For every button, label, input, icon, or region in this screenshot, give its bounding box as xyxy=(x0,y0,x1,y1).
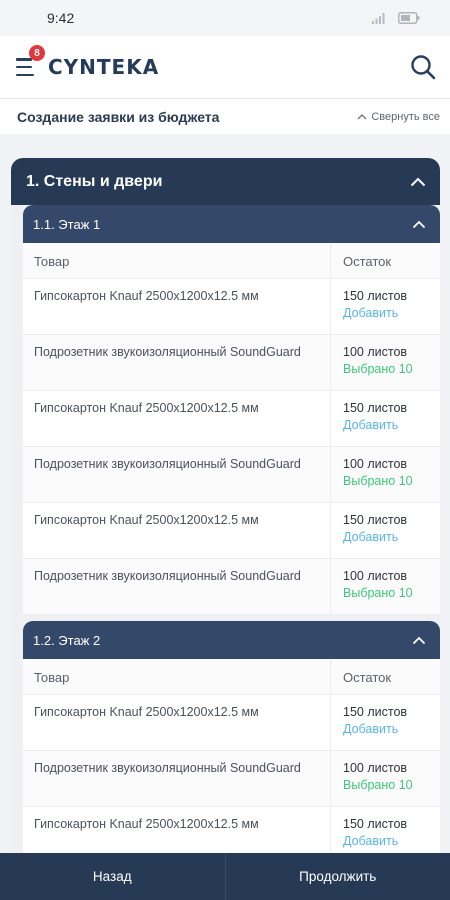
product-name: Гипсокартон Knauf 2500х1200х12.5 мм xyxy=(23,695,331,750)
product-name: Гипсокартон Knauf 2500х1200х12.5 мм xyxy=(23,391,331,446)
floor-header[interactable]: 1.2. Этаж 2 xyxy=(23,621,440,659)
add-button[interactable]: Добавить xyxy=(343,721,440,738)
floor-table: Товар Остаток Гипсокартон Knauf 2500х120… xyxy=(23,243,440,615)
continue-button[interactable]: Продолжить xyxy=(226,853,450,900)
column-header-stock: Остаток xyxy=(343,254,392,269)
notification-badge: 8 xyxy=(29,45,45,61)
section-header[interactable]: 1. Стены и двери xyxy=(11,158,440,205)
table-header: Товар Остаток xyxy=(23,243,440,279)
table-row: Гипсокартон Knauf 2500х1200х12.5 мм 150 … xyxy=(23,503,440,559)
table-row: Подрозетник звукоизоляционный SoundGuard… xyxy=(23,751,440,807)
stock-amount: 100 листов xyxy=(343,569,408,583)
back-button[interactable]: Назад xyxy=(0,853,225,900)
product-name: Гипсокартон Knauf 2500х1200х12.5 мм xyxy=(23,503,331,558)
selected-quantity-button[interactable]: Выбрано 10 xyxy=(343,777,440,794)
selected-quantity-button[interactable]: Выбрано 10 xyxy=(343,361,440,378)
stock-amount: 100 листов xyxy=(343,457,408,471)
floor-header[interactable]: 1.1. Этаж 1 xyxy=(23,205,440,243)
table-row: Подрозетник звукоизоляционный SoundGuard… xyxy=(23,447,440,503)
battery-icon xyxy=(398,12,420,24)
search-icon xyxy=(411,55,436,80)
table-row: Гипсокартон Knauf 2500х1200х12.5 мм 150 … xyxy=(23,279,440,335)
section-body: 1.1. Этаж 1 Товар Остаток Гипсокартон Kn… xyxy=(11,205,440,869)
add-button[interactable]: Добавить xyxy=(343,833,440,850)
chevron-up-icon[interactable] xyxy=(412,220,426,229)
product-name: Подрозетник звукоизоляционный SoundGuard xyxy=(23,559,331,614)
column-header-product: Товар xyxy=(23,659,331,694)
selected-quantity-button[interactable]: Выбрано 10 xyxy=(343,585,440,602)
floor-table: Товар Остаток Гипсокартон Knauf 2500х120… xyxy=(23,659,440,863)
stock-amount: 150 листов xyxy=(343,401,408,415)
product-name: Гипсокартон Knauf 2500х1200х12.5 мм xyxy=(23,279,331,334)
floor-title: 1.1. Этаж 1 xyxy=(33,216,101,232)
table-row: Подрозетник звукоизоляционный SoundGuard… xyxy=(23,335,440,391)
signal-icon xyxy=(372,13,385,24)
product-name: Подрозетник звукоизоляционный SoundGuard xyxy=(23,447,331,502)
chevron-up-icon xyxy=(357,114,367,120)
table-header: Товар Остаток xyxy=(23,659,440,695)
column-header-stock: Остаток xyxy=(343,670,392,685)
subheader: Создание заявки из бюджета Свернуть все xyxy=(0,98,450,134)
stock-amount: 150 листов xyxy=(343,705,408,719)
product-name: Подрозетник звукоизоляционный SoundGuard xyxy=(23,751,331,806)
stock-amount: 150 листов xyxy=(343,817,408,831)
status-bar: 9:42 xyxy=(0,0,450,36)
add-button[interactable]: Добавить xyxy=(343,417,440,434)
collapse-all-label: Свернуть все xyxy=(371,110,440,123)
add-button[interactable]: Добавить xyxy=(343,529,440,546)
stock-amount: 100 листов xyxy=(343,345,408,359)
menu-button[interactable]: 8 xyxy=(16,45,45,76)
section-title: 1. Стены и двери xyxy=(26,172,163,190)
chevron-up-icon[interactable] xyxy=(412,636,426,645)
budget-content: 1. Стены и двери 1.1. Этаж 1 Товар Остат… xyxy=(11,158,440,869)
page-title: Создание заявки из бюджета xyxy=(17,108,220,125)
product-name: Подрозетник звукоизоляционный SoundGuard xyxy=(23,335,331,390)
status-icons xyxy=(372,12,420,24)
stock-amount: 150 листов xyxy=(343,289,408,303)
app-logo[interactable]: CYNTEKA xyxy=(48,55,159,79)
stock-amount: 100 листов xyxy=(343,761,408,775)
chevron-up-icon[interactable] xyxy=(410,177,426,187)
table-row: Гипсокартон Knauf 2500х1200х12.5 мм 150 … xyxy=(23,695,440,751)
app-bar: 8 CYNTEKA xyxy=(0,36,450,98)
collapse-all-button[interactable]: Свернуть все xyxy=(357,111,440,123)
selected-quantity-button[interactable]: Выбрано 10 xyxy=(343,473,440,490)
floor-title: 1.2. Этаж 2 xyxy=(33,632,101,648)
search-button[interactable] xyxy=(408,52,438,82)
stock-amount: 150 листов xyxy=(343,513,408,527)
add-button[interactable]: Добавить xyxy=(343,305,440,322)
table-row: Подрозетник звукоизоляционный SoundGuard… xyxy=(23,559,440,615)
column-header-product: Товар xyxy=(23,243,331,278)
status-time: 9:42 xyxy=(47,10,75,26)
table-row: Гипсокартон Knauf 2500х1200х12.5 мм 150 … xyxy=(23,391,440,447)
bottom-action-bar: Назад Продолжить xyxy=(0,853,450,900)
